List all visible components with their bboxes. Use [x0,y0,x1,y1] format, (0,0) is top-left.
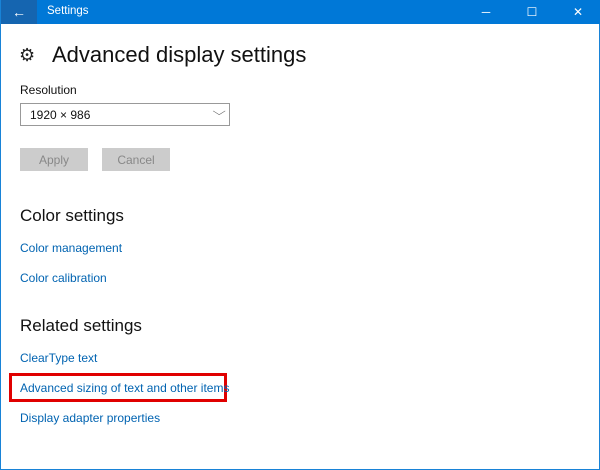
apply-button[interactable]: Apply [20,148,88,171]
display-adapter-properties-link[interactable]: Display adapter properties [20,411,160,425]
settings-window: ← Settings ─ ☐ ✕ ⚙ Advanced display sett… [0,0,600,470]
close-icon: ✕ [572,5,584,19]
advanced-sizing-link[interactable]: Advanced sizing of text and other items [20,381,229,395]
cleartype-text-link[interactable]: ClearType text [20,351,97,365]
back-button[interactable]: ← [1,0,37,24]
back-arrow-icon: ← [12,4,26,20]
page-title: Advanced display settings [52,42,307,67]
maximize-icon: ☐ [526,5,538,19]
minimize-button[interactable]: ─ [463,0,509,24]
cancel-button[interactable]: Cancel [102,148,170,171]
resolution-label: Resolution [20,83,77,97]
resolution-value: 1920 × 986 [30,108,91,122]
related-settings-heading: Related settings [20,316,142,335]
resolution-dropdown[interactable]: 1920 × 986 ⌵ [20,103,230,126]
color-management-link[interactable]: Color management [20,241,122,255]
window-title: Settings [47,5,89,17]
title-bar: ← Settings ─ ☐ ✕ [1,0,600,24]
color-settings-heading: Color settings [20,206,124,225]
chevron-down-icon: ⌵ [212,106,226,118]
close-button[interactable]: ✕ [555,0,600,24]
gear-icon: ⚙ [19,45,36,65]
minimize-icon: ─ [481,5,491,19]
maximize-button[interactable]: ☐ [509,0,555,24]
color-calibration-link[interactable]: Color calibration [20,271,107,285]
